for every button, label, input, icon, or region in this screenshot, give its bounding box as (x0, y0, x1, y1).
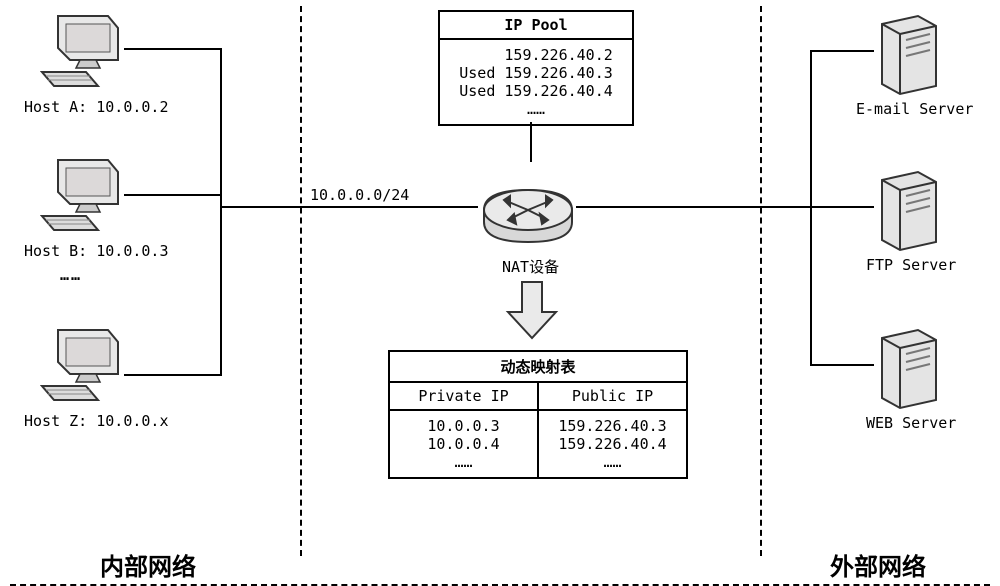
host-a-icon (40, 14, 120, 92)
ip-pool-row: 159.226.40.2 (450, 46, 622, 64)
mapping-table-header: Private IP Public IP (390, 383, 686, 411)
internal-to-router-link (220, 206, 478, 208)
section-label-internal: 内部网络 (100, 547, 196, 582)
hosts-ellipsis: …… (60, 266, 82, 284)
arrow-down-icon (504, 278, 560, 342)
ip-pool-row: …… (450, 100, 622, 118)
mapping-cell: 159.226.40.3 (543, 417, 682, 435)
divider-right (760, 6, 762, 556)
web-server-label: WEB Server (866, 414, 956, 432)
web-server-icon (874, 326, 944, 410)
host-a-label: Host A: 10.0.0.2 (24, 98, 169, 116)
ip-pool-body: 159.226.40.2 Used 159.226.40.3 Used 159.… (440, 40, 632, 124)
host-b-label: Host B: 10.0.0.3 (24, 242, 169, 260)
external-bus-vertical (810, 50, 812, 366)
mapping-rows: 10.0.0.3 10.0.0.4 …… 159.226.40.3 159.22… (390, 411, 686, 477)
mapping-cell: …… (394, 453, 533, 471)
ftp-server-label: FTP Server (866, 256, 956, 274)
host-b-icon (40, 158, 120, 236)
host-b-link (124, 194, 220, 196)
mapping-col-private: 10.0.0.3 10.0.0.4 …… (390, 411, 539, 477)
mapping-cell: 10.0.0.3 (394, 417, 533, 435)
nat-router-label: NAT设备 (502, 256, 559, 277)
mapping-cell: …… (543, 453, 682, 471)
mail-server-icon (874, 12, 944, 96)
section-label-external: 外部网络 (830, 547, 926, 582)
nat-router-icon (478, 160, 578, 256)
ftpserver-link (810, 206, 874, 208)
host-z-icon (40, 328, 120, 406)
mapping-cell: 159.226.40.4 (543, 435, 682, 453)
ip-pool-title: IP Pool (440, 12, 632, 40)
host-a-link (124, 48, 220, 50)
subnet-label: 10.0.0.0/24 (308, 186, 411, 204)
mapping-col-public: 159.226.40.3 159.226.40.4 …… (539, 411, 686, 477)
diagram: 内部网络 外部网络 Host A: 10.0.0.2 Host B: 10.0.… (0, 0, 1000, 586)
mapping-hdr-private: Private IP (390, 383, 539, 409)
host-z-link (124, 374, 220, 376)
ippool-to-router-link (530, 122, 532, 162)
mailserver-link (810, 50, 874, 52)
mapping-table: 动态映射表 Private IP Public IP 10.0.0.3 10.0… (388, 350, 688, 479)
ip-pool-row: Used 159.226.40.3 (450, 64, 622, 82)
host-z-label: Host Z: 10.0.0.x (24, 412, 169, 430)
router-to-external-link (576, 206, 810, 208)
ftp-server-icon (874, 168, 944, 252)
webserver-link (810, 364, 874, 366)
mapping-table-title: 动态映射表 (390, 352, 686, 383)
mapping-cell: 10.0.0.4 (394, 435, 533, 453)
divider-left (300, 6, 302, 556)
mapping-hdr-public: Public IP (539, 383, 686, 409)
ip-pool-row: Used 159.226.40.4 (450, 82, 622, 100)
ip-pool-table: IP Pool 159.226.40.2 Used 159.226.40.3 U… (438, 10, 634, 126)
internal-bus-vertical (220, 48, 222, 376)
mail-server-label: E-mail Server (856, 100, 973, 118)
